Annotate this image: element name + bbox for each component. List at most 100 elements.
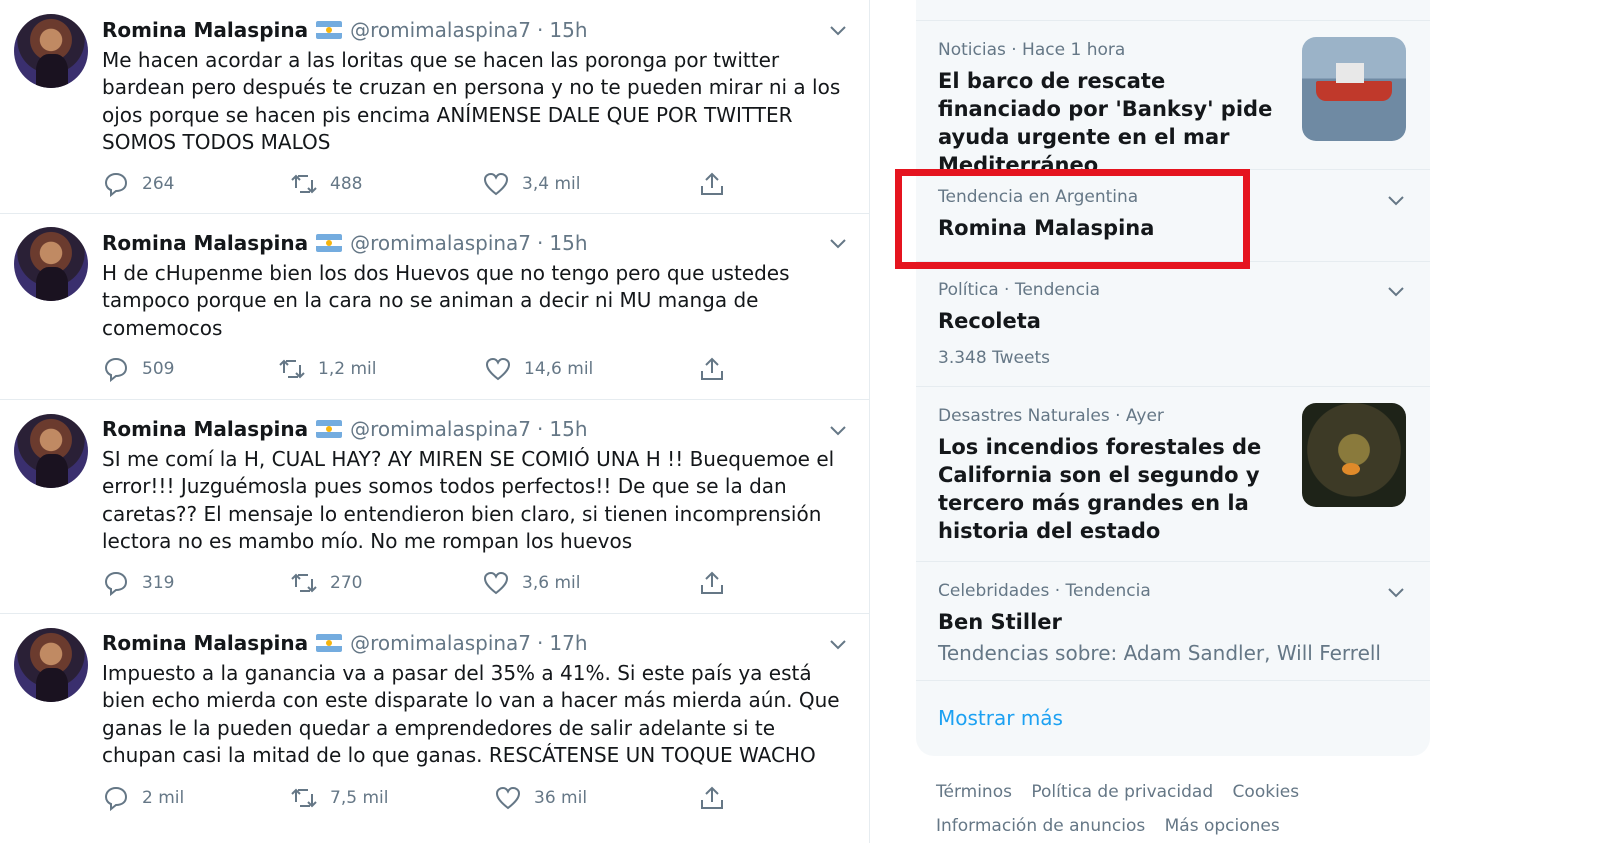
like-count: 3,4 mil bbox=[522, 174, 581, 194]
author-handle[interactable]: @romimalaspina7 bbox=[350, 631, 531, 655]
like-count: 14,6 mil bbox=[524, 359, 594, 379]
like-button[interactable]: 3,6 mil bbox=[482, 569, 580, 597]
like-button[interactable]: 14,6 mil bbox=[484, 355, 593, 383]
share-button[interactable] bbox=[698, 170, 738, 198]
like-button[interactable]: 36 mil bbox=[494, 784, 587, 812]
retweet-icon bbox=[291, 174, 317, 194]
chevron-down-icon[interactable] bbox=[1386, 190, 1406, 210]
cookies-link[interactable]: Cookies bbox=[1233, 782, 1300, 802]
tweet-time[interactable]: 15h bbox=[549, 18, 587, 42]
retweet-icon bbox=[291, 573, 317, 593]
reply-icon bbox=[104, 357, 128, 383]
trend-item-news[interactable]: Desastres Naturales · Ayer Los incendios… bbox=[916, 387, 1430, 562]
tweet[interactable]: Romina Malaspina @romimalaspina7 · 15h M… bbox=[0, 0, 870, 214]
tweet-time[interactable]: 17h bbox=[549, 631, 587, 655]
share-button[interactable] bbox=[698, 784, 738, 812]
ads-info-link[interactable]: Información de anuncios bbox=[936, 816, 1145, 836]
tweet-text: Me hacen acordar a las loritas que se ha… bbox=[102, 48, 841, 155]
tweet[interactable]: Romina Malaspina @romimalaspina7 · 17h I… bbox=[0, 614, 870, 843]
chevron-down-icon[interactable] bbox=[828, 420, 848, 440]
reply-icon bbox=[104, 786, 128, 812]
highlight-box bbox=[895, 169, 1250, 269]
tweet-header: Romina Malaspina @romimalaspina7 · 15h bbox=[102, 416, 850, 442]
author-name[interactable]: Romina Malaspina bbox=[102, 18, 308, 42]
chevron-down-icon[interactable] bbox=[828, 233, 848, 253]
tweet-text: H de cHupenme bien los dos Huevos que no… bbox=[102, 261, 790, 340]
retweet-count: 7,5 mil bbox=[330, 788, 389, 808]
reply-button[interactable]: 2 mil bbox=[102, 784, 184, 812]
trend-tweet-count: 3.348 Tweets bbox=[938, 348, 1050, 368]
reply-count: 319 bbox=[142, 573, 175, 593]
tweet-actions: 509 1,2 mil 14,6 mil bbox=[102, 355, 742, 385]
retweet-icon bbox=[291, 788, 317, 808]
chevron-down-icon[interactable] bbox=[828, 20, 848, 40]
author-name[interactable]: Romina Malaspina bbox=[102, 231, 308, 255]
trend-meta: Política · Tendencia bbox=[938, 280, 1101, 300]
share-icon bbox=[701, 357, 723, 380]
argentina-flag-icon bbox=[316, 234, 343, 252]
wildfire-thumbnail[interactable] bbox=[1302, 403, 1406, 507]
avatar[interactable] bbox=[14, 227, 88, 301]
reply-count: 264 bbox=[142, 174, 175, 194]
trend-title: Recoleta bbox=[938, 309, 1041, 333]
retweet-count: 270 bbox=[330, 573, 363, 593]
rescue-ship-thumbnail[interactable] bbox=[1302, 37, 1406, 141]
chevron-down-icon[interactable] bbox=[1386, 582, 1406, 602]
chevron-down-icon[interactable] bbox=[1386, 281, 1406, 301]
more-options-link[interactable]: Más opciones bbox=[1165, 816, 1280, 836]
author-handle[interactable]: @romimalaspina7 bbox=[350, 18, 531, 42]
reply-button[interactable]: 264 bbox=[102, 170, 174, 198]
reply-icon bbox=[104, 172, 128, 198]
tweet-text: Impuesto a la ganancia va a pasar del 35… bbox=[102, 661, 840, 768]
reply-button[interactable]: 509 bbox=[102, 355, 174, 383]
footer-links: Términos Política de privacidad Cookies bbox=[936, 782, 1313, 802]
separator-dot: · bbox=[537, 18, 544, 42]
tweet-time[interactable]: 15h bbox=[549, 417, 587, 441]
retweet-count: 488 bbox=[330, 174, 363, 194]
trend-related: Tendencias sobre: Adam Sandler, Will Fer… bbox=[938, 641, 1381, 665]
avatar[interactable] bbox=[14, 414, 88, 488]
share-button[interactable] bbox=[698, 355, 738, 383]
heart-icon bbox=[483, 172, 509, 196]
argentina-flag-icon bbox=[316, 21, 343, 39]
avatar[interactable] bbox=[14, 14, 88, 88]
retweet-button[interactable]: 1,2 mil bbox=[278, 355, 376, 383]
tweet-time[interactable]: 15h bbox=[549, 231, 587, 255]
author-name[interactable]: Romina Malaspina bbox=[102, 417, 308, 441]
privacy-link[interactable]: Política de privacidad bbox=[1031, 782, 1213, 802]
timeline: Romina Malaspina @romimalaspina7 · 15h M… bbox=[0, 0, 870, 843]
trend-item-news[interactable]: Noticias · Hace 1 hora El barco de resca… bbox=[916, 21, 1430, 177]
tweet-header: Romina Malaspina @romimalaspina7 · 15h bbox=[102, 17, 850, 43]
heart-icon bbox=[485, 357, 511, 381]
retweet-icon bbox=[279, 359, 305, 379]
author-handle[interactable]: @romimalaspina7 bbox=[350, 231, 531, 255]
heart-icon bbox=[495, 786, 521, 810]
reply-count: 509 bbox=[142, 359, 175, 379]
argentina-flag-icon bbox=[316, 634, 343, 652]
like-count: 3,6 mil bbox=[522, 573, 581, 593]
like-button[interactable]: 3,4 mil bbox=[482, 170, 580, 198]
avatar[interactable] bbox=[14, 628, 88, 702]
chevron-down-icon[interactable] bbox=[828, 634, 848, 654]
retweet-button[interactable]: 270 bbox=[290, 569, 362, 597]
trend-item[interactable]: Celebridades · Tendencia Ben Stiller Ten… bbox=[916, 562, 1430, 681]
trend-meta: Desastres Naturales · Ayer bbox=[938, 406, 1164, 426]
separator-dot: · bbox=[537, 417, 544, 441]
terms-link[interactable]: Términos bbox=[936, 782, 1012, 802]
reply-button[interactable]: 319 bbox=[102, 569, 174, 597]
like-count: 36 mil bbox=[534, 788, 588, 808]
tweet[interactable]: Romina Malaspina @romimalaspina7 · 15h S… bbox=[0, 400, 870, 614]
trend-item[interactable]: Política · Tendencia Recoleta 3.348 Twee… bbox=[916, 262, 1430, 387]
author-name[interactable]: Romina Malaspina bbox=[102, 631, 308, 655]
author-handle[interactable]: @romimalaspina7 bbox=[350, 417, 531, 441]
tweet[interactable]: Romina Malaspina @romimalaspina7 · 15h H… bbox=[0, 214, 870, 400]
tweet-actions: 264 488 3,4 mil bbox=[102, 170, 742, 200]
retweet-button[interactable]: 488 bbox=[290, 170, 362, 198]
retweet-button[interactable]: 7,5 mil bbox=[290, 784, 388, 812]
share-button[interactable] bbox=[698, 569, 738, 597]
separator-dot: · bbox=[537, 631, 544, 655]
tweet-text: SI me comí la H, CUAL HAY? AY MIREN SE C… bbox=[102, 447, 835, 554]
trend-item[interactable] bbox=[916, 0, 1430, 21]
show-more-link[interactable]: Mostrar más bbox=[938, 706, 1063, 730]
retweet-count: 1,2 mil bbox=[318, 359, 377, 379]
